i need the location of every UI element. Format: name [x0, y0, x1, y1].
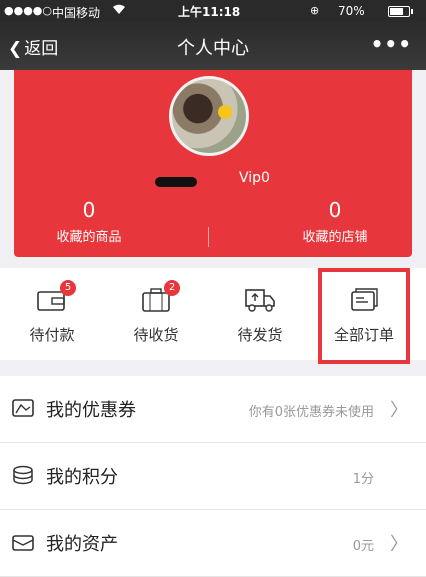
coupon-icon [12, 398, 34, 418]
pending-payment-badge: 5 [60, 280, 76, 296]
truck-icon [244, 286, 276, 314]
avatar-flower [218, 105, 232, 119]
avatar[interactable] [169, 76, 249, 156]
assets-icon [12, 532, 34, 552]
favorite-shops[interactable]: 0 收藏的店铺 [260, 198, 410, 245]
menu-points[interactable]: 我的积分 1分 [0, 443, 426, 510]
favorite-goods-count: 0 [82, 198, 96, 222]
order-pending-shipment[interactable]: 待发货 [208, 268, 312, 360]
order-pending-payment[interactable]: 5 待付款 [0, 268, 104, 360]
order-all[interactable]: 全部订单 [318, 268, 410, 364]
suitcase-icon: 2 [140, 280, 180, 314]
wallet-icon: 5 [36, 280, 76, 314]
stats-divider [208, 227, 209, 247]
menu-assets-value: 0元 [352, 539, 374, 554]
status-bar: ●●●●○ 中国移动 上午11:18 ⊕ 70% [0, 0, 426, 22]
menu-coupons-label: 我的优惠券 [46, 400, 136, 421]
order-list-icon [348, 286, 380, 314]
favorite-shops-label: 收藏的店铺 [302, 230, 368, 245]
nav-bar: ❮ 返回 个人中心 ••• [0, 22, 426, 70]
status-time: 上午11:18 [178, 5, 241, 19]
signal-indicator: ●●●●○ [4, 4, 52, 17]
vip-level: Vip0 [239, 170, 270, 186]
order-pending-shipment-label: 待发货 [237, 326, 283, 344]
rotation-lock-icon: ⊕ [310, 4, 320, 17]
profile-card: Vip0 0 收藏的商品 0 收藏的店铺 [14, 70, 412, 257]
account-menu: 我的优惠券 你有0张优惠券未使用 〉 我的积分 1分 我的资产 0元 〉 [0, 376, 426, 577]
chevron-right-icon: 〉 [390, 400, 408, 421]
carrier-name: 中国移动 [52, 6, 101, 20]
menu-assets-label: 我的资产 [46, 534, 118, 555]
username-redacted [155, 177, 197, 187]
more-menu-button[interactable]: ••• [371, 32, 412, 56]
points-icon [12, 465, 34, 485]
battery-percent: 70% [338, 4, 365, 18]
menu-points-label: 我的积分 [46, 467, 118, 488]
wifi-icon [112, 3, 126, 18]
page-title: 个人中心 [177, 38, 249, 59]
favorite-goods-label: 收藏的商品 [56, 230, 122, 245]
order-pending-receipt-label: 待收货 [133, 326, 179, 344]
menu-coupons-value: 你有0张优惠券未使用 [248, 405, 374, 420]
menu-points-value: 1分 [352, 472, 374, 487]
order-status-bar: 5 待付款 2 待收货 待发货 全部订单 [0, 268, 426, 364]
menu-assets[interactable]: 我的资产 0元 〉 [0, 510, 426, 577]
battery-icon [388, 6, 413, 17]
menu-coupons[interactable]: 我的优惠券 你有0张优惠券未使用 〉 [0, 376, 426, 443]
favorite-goods[interactable]: 0 收藏的商品 [14, 198, 164, 245]
order-all-label: 全部订单 [333, 326, 394, 344]
favorite-shops-count: 0 [328, 198, 342, 222]
chevron-right-icon: 〉 [390, 534, 408, 555]
order-pending-payment-label: 待付款 [29, 326, 75, 344]
pending-receipt-badge: 2 [164, 280, 180, 296]
order-pending-receipt[interactable]: 2 待收货 [104, 268, 208, 360]
